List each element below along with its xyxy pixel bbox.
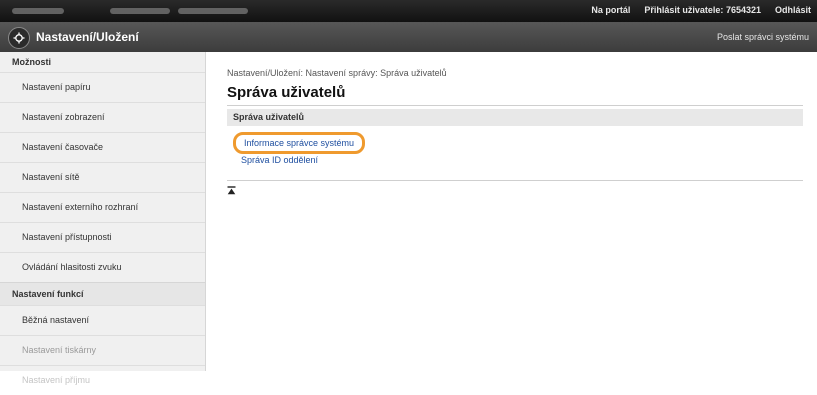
back-to-top-icon[interactable] (227, 186, 237, 196)
sidebar-item-timer[interactable]: Nastavení časovače (0, 132, 205, 162)
sidebar-item-common[interactable]: Běžná nastavení (0, 305, 205, 335)
divider (227, 180, 803, 181)
sidebar-item-network[interactable]: Nastavení sítě (0, 162, 205, 192)
department-id-management-link[interactable]: Správa ID oddělení (241, 155, 365, 165)
login-user-id: 7654321 (725, 5, 761, 15)
sidebar-item-external-interface[interactable]: Nastavení externího rozhraní (0, 192, 205, 222)
title-bar: Nastavení/Uložení Poslat správci systému (0, 22, 817, 52)
sidebar-item-printer[interactable]: Nastavení tiskárny (0, 335, 205, 365)
mail-admin-link[interactable]: Poslat správci systému (717, 32, 809, 42)
system-manager-info-link[interactable]: Informace správce systému (233, 132, 366, 154)
app-title: Nastavení/Uložení (36, 30, 139, 44)
top-bar: Na portál Přihlásit uživatele: 7654321 O… (0, 0, 817, 22)
page-title: Správa uživatelů (227, 84, 346, 101)
blurred-text (110, 8, 170, 14)
logout-link[interactable]: Odhlásit (775, 5, 811, 15)
sidebar-section-function-settings: Nastavení funkcí (0, 282, 205, 305)
breadcrumb: Nastavení/Uložení: Nastavení správy: Spr… (227, 68, 447, 78)
sidebar-item-volume[interactable]: Ovládání hlasitosti zvuku (0, 252, 205, 282)
sidebar-item-paper[interactable]: Nastavení papíru (0, 72, 205, 102)
top-user-area: Na portál Přihlásit uživatele: 7654321 O… (591, 5, 811, 15)
blurred-text (178, 8, 248, 14)
sidebar-item-receive[interactable]: Nastavení příjmu (0, 365, 205, 395)
sidebar-item-accessibility[interactable]: Nastavení přístupnosti (0, 222, 205, 252)
portal-link[interactable]: Na portál (591, 5, 630, 15)
link-list: Informace správce systému Správa ID oddě… (233, 132, 366, 165)
sidebar: Možnosti Nastavení papíru Nastavení zobr… (0, 52, 206, 385)
section-header: Správa uživatelů (227, 109, 803, 126)
divider (227, 105, 803, 106)
blurred-text (12, 8, 64, 14)
settings-save-icon[interactable] (8, 27, 30, 49)
login-user-label: Přihlásit uživatele: (644, 5, 724, 15)
sidebar-item-display[interactable]: Nastavení zobrazení (0, 102, 205, 132)
sidebar-header: Možnosti (12, 57, 51, 67)
